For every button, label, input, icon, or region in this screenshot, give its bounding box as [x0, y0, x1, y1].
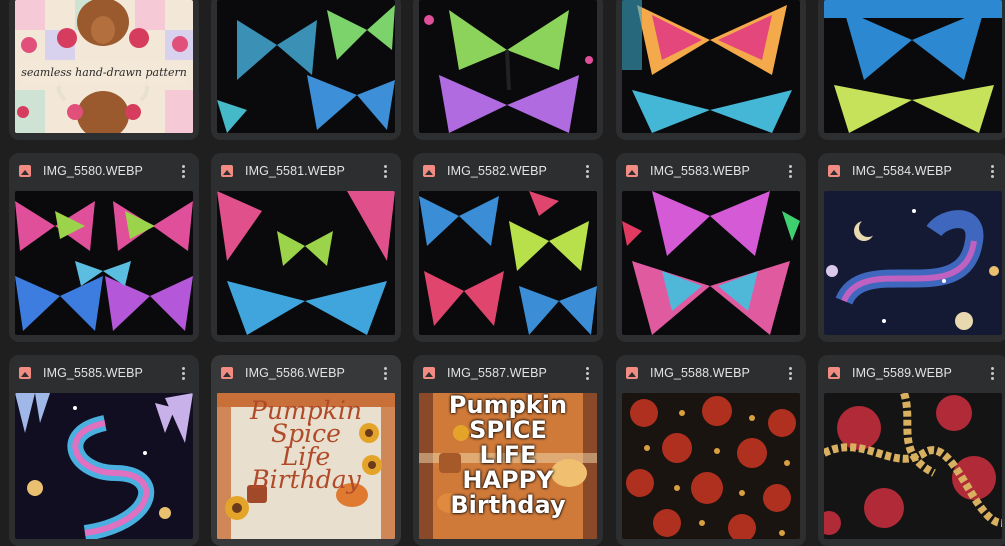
- thumbnail-image: [217, 191, 395, 335]
- thumbnail-image: [824, 191, 1002, 335]
- thumbnail-image: Pumpkin Spice Life Birthday: [217, 393, 395, 539]
- more-vert-icon[interactable]: [782, 162, 798, 180]
- more-vert-icon[interactable]: [377, 162, 393, 180]
- image-icon: [423, 367, 435, 379]
- more-vert-icon[interactable]: [579, 162, 595, 180]
- file-name: IMG_5584.WEBP: [852, 164, 952, 178]
- file-name: IMG_5581.WEBP: [245, 164, 345, 178]
- file-card-header: IMG_5586.WEBP: [211, 355, 401, 391]
- image-icon: [828, 367, 840, 379]
- file-name: IMG_5589.WEBP: [852, 366, 952, 380]
- thumbnail-caption: Pumpkin SPICE LIFE HAPPY Birthday: [419, 393, 597, 518]
- thumbnail-image: [622, 393, 800, 539]
- file-card-header: IMG_5582.WEBP: [413, 153, 603, 189]
- file-card-header: IMG_5580.WEBP: [9, 153, 199, 189]
- thumbnail-image: Pumpkin SPICE LIFE HAPPY Birthday: [419, 393, 597, 539]
- file-name: IMG_5587.WEBP: [447, 366, 547, 380]
- file-card[interactable]: IMG_5588.WEBP: [616, 355, 806, 546]
- image-icon: [423, 165, 435, 177]
- image-icon: [828, 165, 840, 177]
- more-vert-icon[interactable]: [175, 162, 191, 180]
- file-card[interactable]: IMG_5580.WEBP: [9, 153, 199, 342]
- thumbnail-caption: seamless hand-drawn pattern: [21, 66, 187, 79]
- more-vert-icon[interactable]: [984, 364, 1000, 382]
- file-card-header: IMG_5585.WEBP: [9, 355, 199, 391]
- file-name: IMG_5582.WEBP: [447, 164, 547, 178]
- file-name: IMG_5583.WEBP: [650, 164, 750, 178]
- file-card[interactable]: IMG_5584.WEBP: [818, 153, 1005, 342]
- more-vert-icon[interactable]: [377, 364, 393, 382]
- file-card[interactable]: IMG_5583.WEBP: [616, 153, 806, 342]
- file-card-header: IMG_5583.WEBP: [616, 153, 806, 189]
- file-card-header: IMG_5589.WEBP: [818, 355, 1005, 391]
- caption-line: Birthday: [450, 491, 566, 519]
- more-vert-icon[interactable]: [984, 162, 1000, 180]
- image-icon: [626, 165, 638, 177]
- file-card[interactable]: IMG_5589.WEBP: [818, 355, 1005, 546]
- file-card-header: IMG_5584.WEBP: [818, 153, 1005, 189]
- file-card-header: IMG_5581.WEBP: [211, 153, 401, 189]
- more-vert-icon[interactable]: [579, 364, 595, 382]
- file-card[interactable]: IMG_5587.WEBP Pumpkin SPICE LIFE HAPPY B…: [413, 355, 603, 546]
- image-icon: [19, 165, 31, 177]
- file-card[interactable]: IMG_5582.WEBP: [413, 153, 603, 342]
- file-name: IMG_5585.WEBP: [43, 366, 143, 380]
- thumbnail-image: [419, 191, 597, 335]
- thumbnail-image: [622, 0, 800, 133]
- caption-line: LIFE: [479, 441, 537, 469]
- file-card[interactable]: [616, 0, 806, 140]
- file-card[interactable]: [211, 0, 401, 140]
- more-vert-icon[interactable]: [175, 364, 191, 382]
- file-card-header: IMG_5587.WEBP: [413, 355, 603, 391]
- thumbnail-image: [419, 0, 597, 133]
- image-icon: [221, 367, 233, 379]
- caption-line: Birthday: [251, 465, 361, 494]
- thumbnail-image: [15, 191, 193, 335]
- more-vert-icon[interactable]: [782, 364, 798, 382]
- file-card[interactable]: IMG_5586.WEBP Pumpkin Spice Life Birthda…: [211, 355, 401, 546]
- caption-line: Pumpkin: [448, 393, 568, 419]
- thumbnail-image: [824, 0, 1002, 133]
- caption-line: SPICE: [469, 416, 547, 444]
- image-icon: [221, 165, 233, 177]
- file-card-header: IMG_5588.WEBP: [616, 355, 806, 391]
- thumbnail-image: seamless hand-drawn pattern: [15, 0, 193, 133]
- file-card[interactable]: [413, 0, 603, 140]
- file-grid: seamless hand-drawn pattern IMG_5580.WEB…: [0, 0, 1005, 546]
- caption-line: HAPPY: [462, 466, 554, 494]
- file-name: IMG_5580.WEBP: [43, 164, 143, 178]
- thumbnail-caption: Pumpkin Spice Life Birthday: [217, 398, 395, 494]
- file-name: IMG_5586.WEBP: [245, 366, 345, 380]
- file-card[interactable]: [818, 0, 1005, 140]
- file-name: IMG_5588.WEBP: [650, 366, 750, 380]
- thumbnail-image: [622, 191, 800, 335]
- file-card[interactable]: seamless hand-drawn pattern: [9, 0, 199, 140]
- file-card[interactable]: IMG_5581.WEBP: [211, 153, 401, 342]
- image-icon: [19, 367, 31, 379]
- thumbnail-image: [217, 0, 395, 133]
- image-icon: [626, 367, 638, 379]
- thumbnail-image: [15, 393, 193, 539]
- thumbnail-image: [824, 393, 1002, 539]
- file-card[interactable]: IMG_5585.WEBP: [9, 355, 199, 546]
